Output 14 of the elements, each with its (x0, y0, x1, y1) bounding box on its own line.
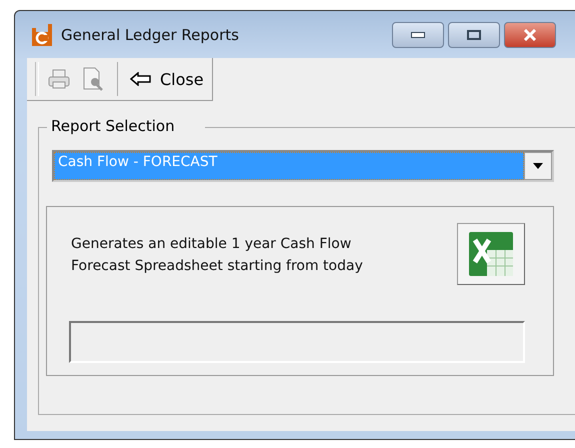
maximize-button[interactable] (448, 22, 500, 48)
spreadsheet-button[interactable] (457, 223, 525, 285)
dropdown-arrow-icon (533, 163, 543, 169)
left-arrow-icon (130, 72, 152, 86)
maximize-icon (467, 30, 481, 40)
minimize-button[interactable] (392, 22, 444, 48)
window-title: General Ledger Reports (61, 26, 239, 44)
close-toolbar-button[interactable]: Close (128, 68, 206, 90)
report-description: Generates an editable 1 year Cash Flow Forecast Spreadsheet starting from today (71, 235, 363, 276)
app-logo-icon (31, 24, 53, 46)
close-button[interactable] (504, 22, 556, 48)
minimize-icon (411, 32, 425, 38)
group-label: Report Selection (47, 117, 205, 135)
close-icon (523, 28, 537, 40)
